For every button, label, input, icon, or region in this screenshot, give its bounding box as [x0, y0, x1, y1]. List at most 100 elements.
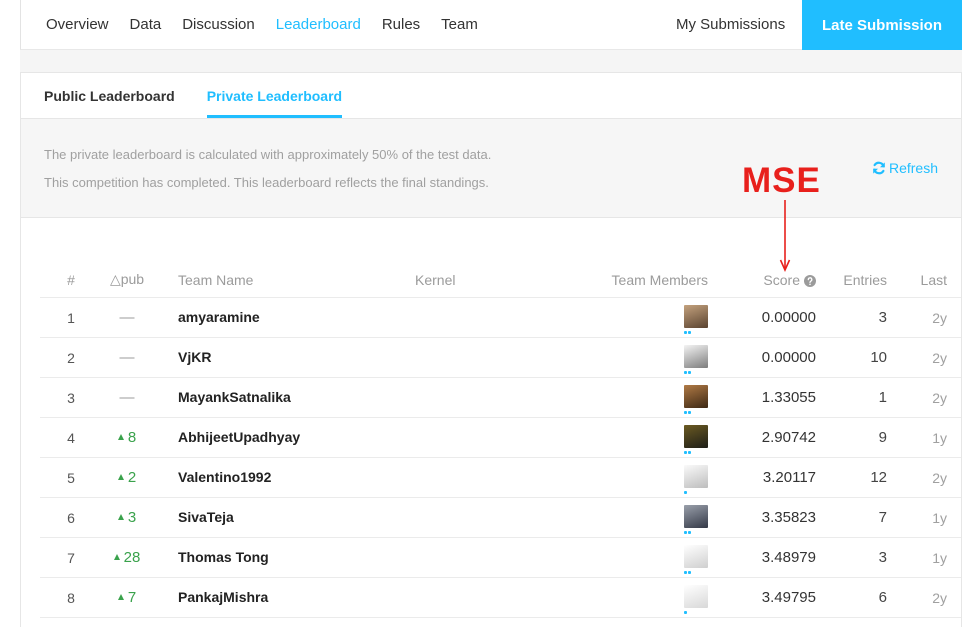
- team-name-cell: VjKR: [162, 349, 415, 367]
- leaderboard-row: 3 — MayankSatnalika 1.33055 1 2y: [40, 378, 961, 418]
- tab-overview[interactable]: Overview: [46, 16, 109, 33]
- team-member-avatar[interactable]: [684, 345, 708, 374]
- score-cell: 3.20117: [762, 469, 816, 486]
- team-member-avatar[interactable]: [684, 505, 708, 534]
- rank-cell: 4: [67, 429, 75, 446]
- team-name-link[interactable]: Valentino1992: [178, 469, 271, 485]
- leaderboard-row: 6 3 SivaTeja 3.35823 7 1y: [40, 498, 961, 538]
- team-members-cell: [560, 538, 710, 577]
- public-rank-change-cell: 8: [92, 429, 162, 446]
- tab-leaderboard[interactable]: Leaderboard: [276, 16, 361, 33]
- header-score[interactable]: Score: [710, 272, 816, 288]
- rank-up-icon: [117, 434, 124, 440]
- team-name-link[interactable]: PankajMishra: [178, 589, 268, 605]
- late-submission-button[interactable]: Late Submission: [802, 0, 962, 50]
- team-name-link[interactable]: MayankSatnalika: [178, 389, 291, 405]
- header-team-name[interactable]: Team Name: [162, 272, 415, 288]
- team-member-avatar[interactable]: [684, 425, 708, 454]
- tab-data[interactable]: Data: [130, 16, 162, 33]
- rank-change-value: 8: [127, 429, 137, 446]
- refresh-label: Refresh: [888, 160, 938, 176]
- rank-cell: 7: [67, 549, 75, 566]
- tab-private-leaderboard[interactable]: Private Leaderboard: [206, 73, 343, 118]
- entries-cell: 12: [870, 469, 887, 486]
- tier-dot: [688, 371, 691, 374]
- team-member-avatar[interactable]: [684, 465, 708, 494]
- team-name-link[interactable]: VjKR: [178, 349, 211, 365]
- tier-dot: [684, 611, 687, 614]
- tier-dot: [688, 331, 691, 334]
- rank-change-value: 28: [123, 549, 141, 566]
- tier-dot: [684, 571, 687, 574]
- entries-cell: 6: [878, 589, 887, 606]
- rank-change-value: —: [119, 349, 135, 366]
- team-members-cell: [560, 498, 710, 537]
- tier-dots-icon: [684, 331, 691, 334]
- team-name-cell: Thomas Tong: [162, 549, 415, 567]
- team-name-link[interactable]: amyaramine: [178, 309, 260, 325]
- tier-dot: [684, 331, 687, 334]
- help-circle-icon[interactable]: [804, 274, 816, 287]
- leaderboard-row: 7 28 Thomas Tong 3.48979 3 1y: [40, 538, 961, 578]
- header-rank[interactable]: #: [50, 272, 92, 288]
- team-member-avatar[interactable]: [684, 545, 708, 574]
- team-name-cell: MayankSatnalika: [162, 389, 415, 407]
- team-members-cell: [560, 378, 710, 417]
- public-rank-change-cell: —: [92, 389, 162, 406]
- table-header-row: # △pub Team Name Kernel Team Members Sco…: [40, 262, 961, 298]
- entries-cell: 3: [878, 309, 887, 326]
- header-public-rank-change[interactable]: △pub: [92, 271, 162, 288]
- rank-change-value: 3: [127, 509, 137, 526]
- tier-dot: [684, 491, 687, 494]
- rank-change-value: 2: [127, 469, 137, 486]
- team-name-cell: amyaramine: [162, 309, 415, 327]
- team-name-cell: PankajMishra: [162, 589, 415, 607]
- refresh-button[interactable]: Refresh: [872, 158, 938, 178]
- team-name-link[interactable]: Thomas Tong: [178, 549, 269, 565]
- table-body: 1— amyaramine 0.00000 3 2y 2— VjKR 0.00000 10 2y 3…: [21, 298, 961, 618]
- rank-up-icon: [113, 554, 120, 560]
- public-rank-change-cell: 28: [92, 549, 162, 566]
- tier-dot: [688, 531, 691, 534]
- tab-rules[interactable]: Rules: [382, 16, 420, 33]
- tab-discussion[interactable]: Discussion: [182, 16, 255, 33]
- leaderboard-table: # △pub Team Name Kernel Team Members Sco…: [21, 218, 961, 618]
- tier-dot: [688, 451, 691, 454]
- team-member-avatar[interactable]: [684, 585, 708, 614]
- score-cell: 3.35823: [761, 509, 816, 526]
- score-cell: 0.00000: [761, 309, 816, 326]
- team-member-avatar[interactable]: [684, 305, 708, 334]
- public-rank-change-cell: 7: [92, 589, 162, 606]
- header-entries[interactable]: Entries: [816, 272, 887, 288]
- entries-cell: 7: [878, 509, 887, 526]
- header-kernel[interactable]: Kernel: [415, 272, 560, 288]
- team-member-avatar[interactable]: [684, 385, 708, 414]
- leaderboard-row: 4 8 AbhijeetUpadhyay 2.90742 9 1y: [40, 418, 961, 458]
- rank-cell: 8: [67, 589, 75, 606]
- tab-public-leaderboard[interactable]: Public Leaderboard: [44, 73, 175, 118]
- rank-cell: 1: [67, 309, 75, 326]
- last-submission-cell: 1y: [932, 549, 947, 566]
- entries-cell: 3: [878, 549, 887, 566]
- rank-up-icon: [117, 474, 124, 480]
- tier-dot: [684, 371, 687, 374]
- tier-dot: [688, 411, 691, 414]
- team-members-cell: [560, 458, 710, 497]
- entries-cell: 1: [878, 389, 887, 406]
- team-name-cell: AbhijeetUpadhyay: [162, 429, 415, 447]
- team-name-cell: Valentino1992: [162, 469, 415, 487]
- rank-cell: 2: [67, 349, 75, 366]
- team-name-link[interactable]: SivaTeja: [178, 509, 234, 525]
- team-name-link[interactable]: AbhijeetUpadhyay: [178, 429, 300, 445]
- public-rank-change-cell: —: [92, 309, 162, 326]
- tier-dots-icon: [684, 611, 687, 614]
- header-team-members[interactable]: Team Members: [560, 272, 710, 288]
- leaderboard-row: 2 — VjKR 0.00000 10 2y: [40, 338, 961, 378]
- page-gap: [20, 50, 962, 72]
- leaderboard-tabs: Public Leaderboard Private Leaderboard: [21, 73, 961, 118]
- header-last[interactable]: Last: [887, 272, 947, 288]
- score-cell: 3.48979: [761, 549, 816, 566]
- my-submissions-link[interactable]: My Submissions: [676, 0, 785, 49]
- tab-team[interactable]: Team: [441, 16, 478, 33]
- rank-cell: 5: [67, 469, 75, 486]
